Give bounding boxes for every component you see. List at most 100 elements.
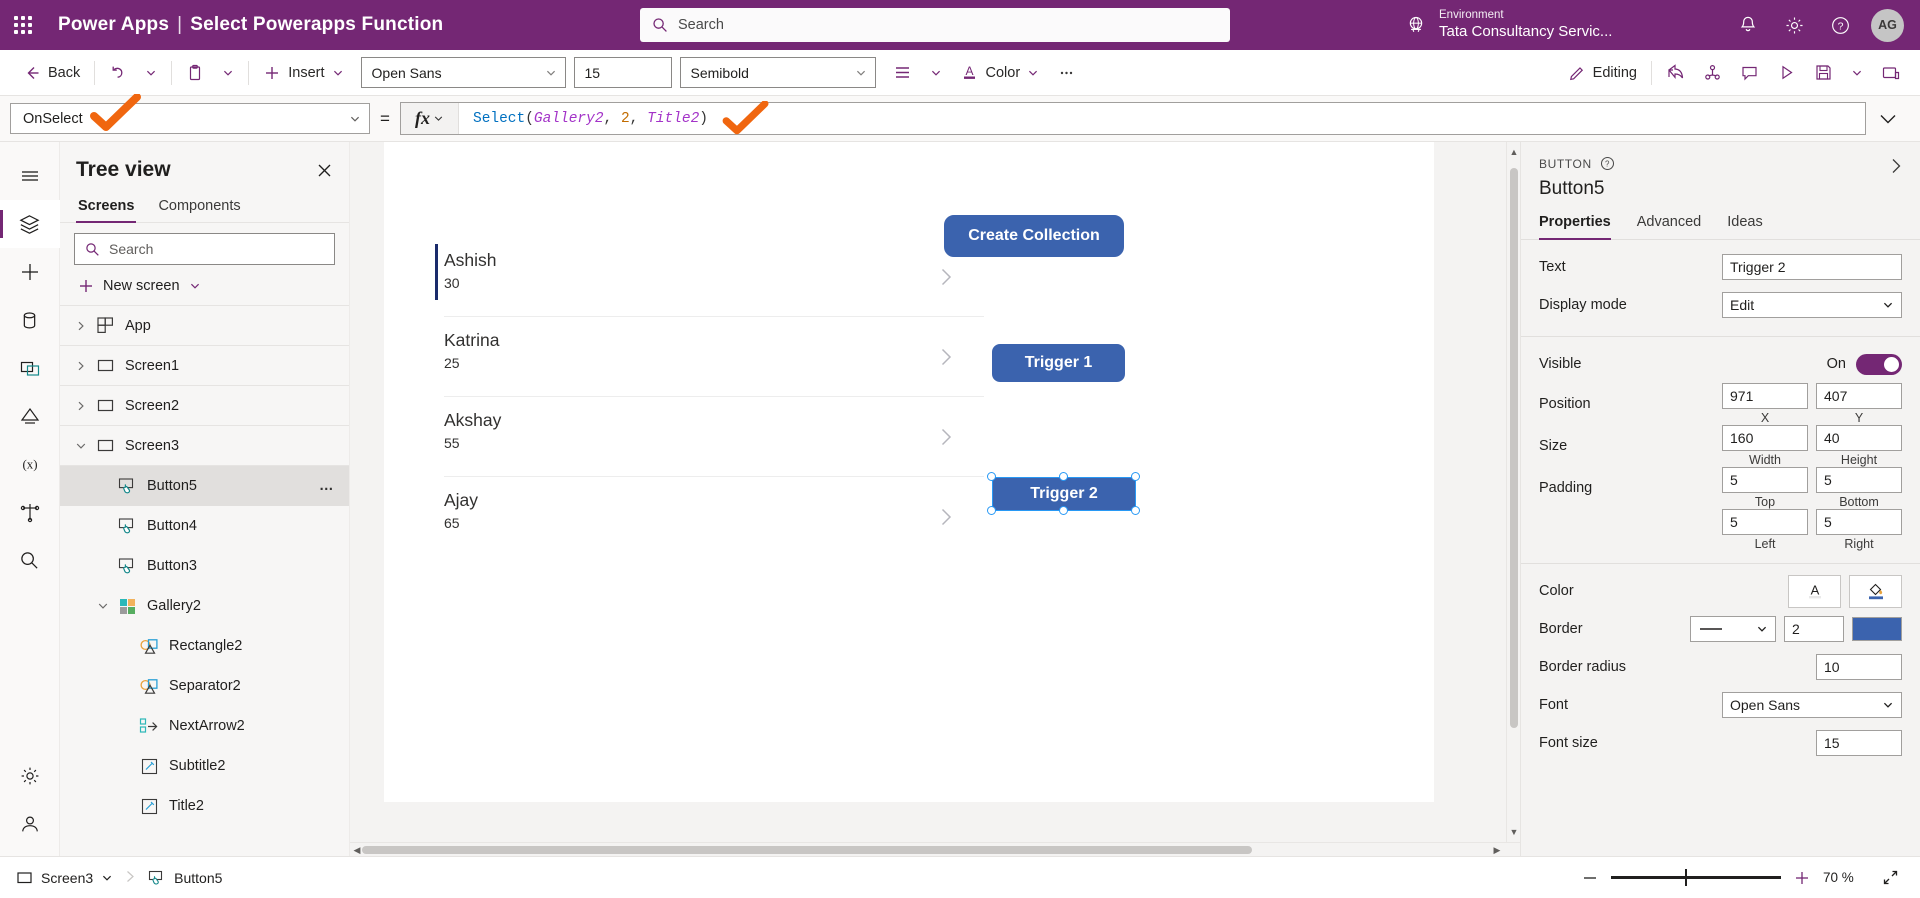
font-size-input[interactable]: 15 xyxy=(1816,730,1902,756)
paste-dropdown[interactable] xyxy=(213,56,243,90)
comments-button[interactable] xyxy=(1731,56,1768,90)
tree-item-button3[interactable]: Button3 xyxy=(60,546,349,586)
font-size-input[interactable]: 15 xyxy=(574,57,672,88)
breadcrumb-screen[interactable]: Screen3 xyxy=(16,869,113,886)
settings-gear-icon[interactable] xyxy=(1771,0,1817,50)
chevron-right-icon[interactable] xyxy=(70,320,92,332)
chevron-down-icon[interactable] xyxy=(92,600,114,612)
tree-item-button5[interactable]: Button5… xyxy=(60,466,349,506)
align-button[interactable] xyxy=(884,56,921,90)
rail-media-button[interactable] xyxy=(0,344,60,392)
scroll-up-icon[interactable]: ▲ xyxy=(1507,144,1520,160)
preview-play-button[interactable] xyxy=(1768,56,1805,90)
undo-dropdown[interactable] xyxy=(136,56,166,90)
tab-components[interactable]: Components xyxy=(156,192,242,222)
rail-insert-button[interactable] xyxy=(0,248,60,296)
horizontal-scroll-thumb[interactable] xyxy=(362,846,1252,854)
formula-bar[interactable]: fx Select(Gallery2, 2, Title2) xyxy=(400,102,1866,135)
tab-ideas[interactable]: Ideas xyxy=(1727,214,1762,239)
gallery-item[interactable]: Akshay55 xyxy=(444,410,984,490)
tree-item-overflow-button[interactable]: … xyxy=(319,478,335,494)
new-screen-button[interactable]: New screen xyxy=(60,269,349,306)
save-button[interactable] xyxy=(1805,56,1842,90)
font-color-button[interactable]: A Color xyxy=(951,56,1049,90)
tree-item-nextarrow2[interactable]: NextArrow2 xyxy=(60,706,349,746)
app-canvas[interactable]: Ashish30Katrina25Akshay55Ajay65Create Co… xyxy=(384,142,1434,802)
tab-advanced[interactable]: Advanced xyxy=(1637,214,1702,239)
border-style-select[interactable] xyxy=(1690,616,1776,642)
scroll-down-icon[interactable]: ▼ xyxy=(1507,824,1520,840)
rail-search-button[interactable] xyxy=(0,536,60,584)
resize-handle[interactable] xyxy=(1059,472,1068,481)
next-arrow-icon[interactable] xyxy=(938,266,954,294)
text-color-button[interactable]: A xyxy=(1788,575,1841,608)
undo-button[interactable] xyxy=(100,56,136,90)
rail-settings-button[interactable] xyxy=(0,752,60,800)
font-weight-select[interactable]: Semibold xyxy=(680,57,876,88)
tree-item-gallery2[interactable]: Gallery2 xyxy=(60,586,349,626)
tree-item-title2[interactable]: Title2 xyxy=(60,786,349,826)
environment-selector[interactable]: Environment Tata Consultancy Servic... xyxy=(1405,8,1612,41)
zoom-out-icon[interactable] xyxy=(1581,869,1599,887)
gallery-item[interactable]: Ajay65 xyxy=(444,490,984,570)
avatar[interactable]: AG xyxy=(1871,9,1904,42)
chevron-right-icon[interactable] xyxy=(70,400,92,412)
app-checker-button[interactable] xyxy=(1694,56,1731,90)
display-mode-select[interactable]: Edit xyxy=(1722,292,1902,318)
resize-handle[interactable] xyxy=(1131,506,1140,515)
tree-item-screen3[interactable]: Screen3 xyxy=(60,426,349,466)
canvas-vertical-scrollbar[interactable]: ▲ ▼ xyxy=(1506,142,1520,842)
zoom-slider-handle[interactable] xyxy=(1685,869,1687,886)
fill-color-button[interactable] xyxy=(1849,575,1902,608)
chevron-right-icon[interactable] xyxy=(70,360,92,372)
rail-power-automate-button[interactable] xyxy=(0,392,60,440)
canvas-button[interactable]: Trigger 1 xyxy=(992,344,1125,382)
close-icon[interactable] xyxy=(316,162,333,179)
canvas-button[interactable]: Create Collection xyxy=(944,215,1124,257)
collapse-panel-chevron-right-icon[interactable] xyxy=(1886,156,1906,179)
chevron-down-icon[interactable] xyxy=(101,872,113,884)
gallery-item[interactable]: Katrina25 xyxy=(444,330,984,410)
editing-mode-button[interactable]: Editing xyxy=(1559,56,1646,90)
app-launcher-waffle-icon[interactable] xyxy=(0,16,46,34)
scroll-right-icon[interactable]: ▶ xyxy=(1490,843,1504,856)
align-dropdown[interactable] xyxy=(921,56,951,90)
border-width-input[interactable]: 2 xyxy=(1784,616,1844,642)
padding-left-input[interactable]: 5 xyxy=(1722,509,1808,535)
vertical-scroll-thumb[interactable] xyxy=(1510,168,1518,728)
resize-handle[interactable] xyxy=(987,506,996,515)
rail-account-button[interactable] xyxy=(0,800,60,848)
canvas-horizontal-scrollbar[interactable]: ◀ ▶ xyxy=(350,842,1520,856)
global-search-input[interactable]: Search xyxy=(640,8,1230,42)
tree-item-screen1[interactable]: Screen1 xyxy=(60,346,349,386)
tree-item-separator2[interactable]: Separator2 xyxy=(60,666,349,706)
font-family-select[interactable]: Open Sans xyxy=(361,57,566,88)
next-arrow-icon[interactable] xyxy=(938,426,954,454)
border-color-swatch[interactable] xyxy=(1852,617,1902,641)
padding-top-input[interactable]: 5 xyxy=(1722,467,1808,493)
next-arrow-icon[interactable] xyxy=(938,346,954,374)
fit-to-screen-icon[interactable] xyxy=(1881,868,1900,887)
tree-item-app[interactable]: App xyxy=(60,306,349,346)
text-property-input[interactable]: Trigger 2 xyxy=(1722,254,1902,280)
fx-button[interactable]: fx xyxy=(401,103,459,134)
chevron-down-icon[interactable] xyxy=(70,440,92,452)
tab-properties[interactable]: Properties xyxy=(1539,214,1611,239)
share-button[interactable] xyxy=(1657,56,1694,90)
zoom-slider[interactable] xyxy=(1611,876,1781,879)
paste-button[interactable] xyxy=(177,56,213,90)
more-options-button[interactable] xyxy=(1048,56,1085,90)
tree-item-rectangle2[interactable]: Rectangle2 xyxy=(60,626,349,666)
tree-search-input[interactable]: Search xyxy=(74,233,335,265)
resize-handle[interactable] xyxy=(1131,472,1140,481)
tree-item-subtitle2[interactable]: Subtitle2 xyxy=(60,746,349,786)
breadcrumb-control[interactable]: Button5 xyxy=(147,868,222,887)
resize-handle[interactable] xyxy=(987,472,996,481)
tab-screens[interactable]: Screens xyxy=(76,192,136,222)
rail-variables-button[interactable]: (x) xyxy=(0,440,60,488)
rail-components-button[interactable] xyxy=(0,488,60,536)
size-height-input[interactable]: 40 xyxy=(1816,425,1902,451)
back-button[interactable]: Back xyxy=(14,56,89,90)
formula-input[interactable]: Select(Gallery2, 2, Title2) xyxy=(459,103,1865,134)
visible-toggle[interactable] xyxy=(1856,354,1902,375)
